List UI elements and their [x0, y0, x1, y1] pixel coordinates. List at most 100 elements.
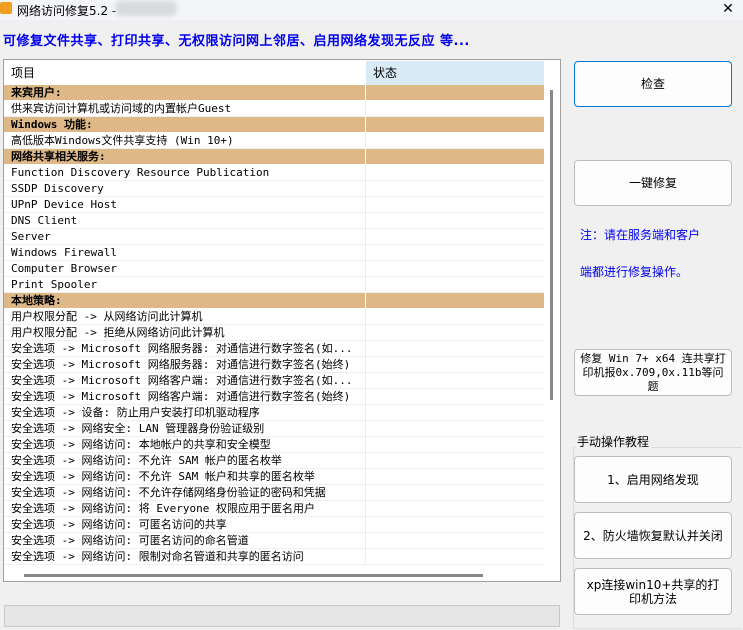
table-row[interactable]: 安全选项 -> 网络访问: 不允许 SAM 帐户的匿名枚举 [4, 453, 544, 469]
status-cell [366, 421, 544, 436]
table-row[interactable]: 安全选项 -> Microsoft 网络服务器: 对通信进行数字签名(始终) [4, 357, 544, 373]
status-cell [366, 197, 544, 212]
status-cell [366, 469, 544, 484]
status-cell [366, 149, 544, 164]
group-row[interactable]: 来宾用户: [4, 85, 544, 101]
table-row[interactable]: 用户权限分配 -> 从网络访问此计算机 [4, 309, 544, 325]
table-row[interactable]: 安全选项 -> 网络访问: 可匿名访问的命名管道 [4, 533, 544, 549]
table-row[interactable]: Print Spooler [4, 277, 544, 293]
close-icon[interactable]: ✕ [716, 0, 740, 18]
list-header: 项目 状态 [4, 61, 544, 85]
status-cell [366, 325, 544, 340]
table-row[interactable]: 用户权限分配 -> 拒绝从网络访问此计算机 [4, 325, 544, 341]
item-cell: DNS Client [4, 213, 366, 228]
item-cell: Windows Firewall [4, 245, 366, 260]
group-row[interactable]: Windows 功能: [4, 117, 544, 133]
table-row[interactable]: 安全选项 -> 网络访问: 将 Everyone 权限应用于匿名用户 [4, 501, 544, 517]
item-cell: 高低版本Windows文件共享支持 (Win 10+) [4, 133, 366, 148]
blurred-title-suffix [115, 1, 177, 16]
status-cell [366, 485, 544, 500]
table-row[interactable]: DNS Client [4, 213, 544, 229]
item-cell: 供来宾访问计算机或访问域的内置帐户Guest [4, 101, 366, 116]
table-row[interactable]: 安全选项 -> 网络访问: 不允许 SAM 帐户和共享的匿名枚举 [4, 469, 544, 485]
table-row[interactable]: Server [4, 229, 544, 245]
item-cell: 安全选项 -> 网络访问: 本地帐户的共享和安全模型 [4, 437, 366, 452]
status-cell [366, 405, 544, 420]
item-cell: 安全选项 -> Microsoft 网络客户端: 对通信进行数字签名(如... [4, 373, 366, 388]
tutorial-firewall-reset[interactable]: 2、防火墙恢复默认并关闭 [574, 512, 732, 559]
status-cell [366, 165, 544, 180]
table-row[interactable]: Computer Browser [4, 261, 544, 277]
item-cell: Windows 功能: [4, 117, 366, 132]
note-line-2: 端都进行修复操作。 [580, 265, 689, 279]
app-icon [0, 2, 12, 14]
status-cell [366, 229, 544, 244]
status-cell [366, 117, 544, 132]
item-cell: 安全选项 -> 网络访问: 可匿名访问的共享 [4, 517, 366, 532]
column-header-item[interactable]: 项目 [4, 61, 366, 85]
tutorial-xp-printer[interactable]: xp连接win10+共享的打印机方法 [574, 568, 732, 615]
status-cell [366, 517, 544, 532]
table-row[interactable]: 安全选项 -> 网络访问: 本地帐户的共享和安全模型 [4, 437, 544, 453]
check-button[interactable]: 检查 [574, 61, 732, 107]
status-cell [366, 245, 544, 260]
group-row[interactable]: 网络共享相关服务: [4, 149, 544, 165]
note-text: 注：请在服务端和客户 端都进行修复操作。 [580, 217, 740, 291]
status-cell [366, 549, 544, 564]
status-cell [366, 357, 544, 372]
item-cell: 安全选项 -> 网络访问: 不允许存储网络身份验证的密码和凭据 [4, 485, 366, 500]
status-cell [366, 133, 544, 148]
status-bar [4, 605, 560, 627]
vertical-scrollbar[interactable] [550, 90, 553, 400]
table-row[interactable]: 安全选项 -> Microsoft 网络客户端: 对通信进行数字签名(如... [4, 373, 544, 389]
item-cell: UPnP Device Host [4, 197, 366, 212]
table-row[interactable]: 安全选项 -> 网络访问: 不允许存储网络身份验证的密码和凭据 [4, 485, 544, 501]
item-cell: 网络共享相关服务: [4, 149, 366, 164]
table-row[interactable]: SSDP Discovery [4, 181, 544, 197]
status-cell [366, 501, 544, 516]
status-cell [366, 213, 544, 228]
table-row[interactable]: 安全选项 -> 设备: 防止用户安装打印机驱动程序 [4, 405, 544, 421]
table-row[interactable]: 供来宾访问计算机或访问域的内置帐户Guest [4, 101, 544, 117]
item-cell: Computer Browser [4, 261, 366, 276]
window-title: 网络访问修复5.2 - [17, 4, 117, 18]
status-cell [366, 261, 544, 276]
item-cell: 安全选项 -> 网络访问: 可匿名访问的命名管道 [4, 533, 366, 548]
horizontal-scrollbar[interactable] [24, 574, 483, 577]
item-cell: 安全选项 -> 设备: 防止用户安装打印机驱动程序 [4, 405, 366, 420]
item-cell: 用户权限分配 -> 从网络访问此计算机 [4, 309, 366, 324]
table-row[interactable]: UPnP Device Host [4, 197, 544, 213]
item-cell: 用户权限分配 -> 拒绝从网络访问此计算机 [4, 325, 366, 340]
table-row[interactable]: 高低版本Windows文件共享支持 (Win 10+) [4, 133, 544, 149]
group-row[interactable]: 本地策略: [4, 293, 544, 309]
status-cell [366, 181, 544, 196]
table-row[interactable]: 安全选项 -> 网络安全: LAN 管理器身份验证级别 [4, 421, 544, 437]
status-cell [366, 533, 544, 548]
column-header-status[interactable]: 状态 [366, 61, 544, 85]
item-cell: 安全选项 -> 网络访问: 将 Everyone 权限应用于匿名用户 [4, 501, 366, 516]
table-row[interactable]: 安全选项 -> Microsoft 网络服务器: 对通信进行数字签名(如... [4, 341, 544, 357]
status-cell [366, 341, 544, 356]
items-list[interactable]: 项目 状态 来宾用户: 供来宾访问计算机或访问域的内置帐户Guest Windows… [3, 59, 561, 582]
status-cell [366, 373, 544, 388]
item-cell: 本地策略: [4, 293, 366, 308]
item-cell: Server [4, 229, 366, 244]
printer-fix-button[interactable]: 修复 Win 7+ x64 连共享打印机报0x.709,0x.11b等问题 [574, 349, 732, 396]
status-cell [366, 389, 544, 404]
list-rows: 来宾用户: 供来宾访问计算机或访问域的内置帐户Guest Windows 功能: 高低… [4, 85, 544, 565]
table-row[interactable]: 安全选项 -> Microsoft 网络客户端: 对通信进行数字签名(始终) [4, 389, 544, 405]
table-row[interactable]: 安全选项 -> 网络访问: 限制对命名管道和共享的匿名访问 [4, 549, 544, 565]
item-cell: 安全选项 -> 网络访问: 不允许 SAM 帐户和共享的匿名枚举 [4, 469, 366, 484]
tutorial-enable-network-discovery[interactable]: 1、启用网络发现 [574, 456, 732, 503]
table-row[interactable]: Windows Firewall [4, 245, 544, 261]
table-row[interactable]: Function Discovery Resource Publication [4, 165, 544, 181]
item-cell: 安全选项 -> 网络安全: LAN 管理器身份验证级别 [4, 421, 366, 436]
item-cell: Print Spooler [4, 277, 366, 292]
table-row[interactable]: 安全选项 -> 网络访问: 可匿名访问的共享 [4, 517, 544, 533]
status-cell [366, 309, 544, 324]
one-click-fix-button[interactable]: 一键修复 [574, 160, 732, 206]
note-line-1: 注：请在服务端和客户 [580, 228, 701, 242]
item-cell: 安全选项 -> 网络访问: 限制对命名管道和共享的匿名访问 [4, 549, 366, 564]
item-cell: 安全选项 -> Microsoft 网络服务器: 对通信进行数字签名(如... [4, 341, 366, 356]
status-cell [366, 293, 544, 308]
